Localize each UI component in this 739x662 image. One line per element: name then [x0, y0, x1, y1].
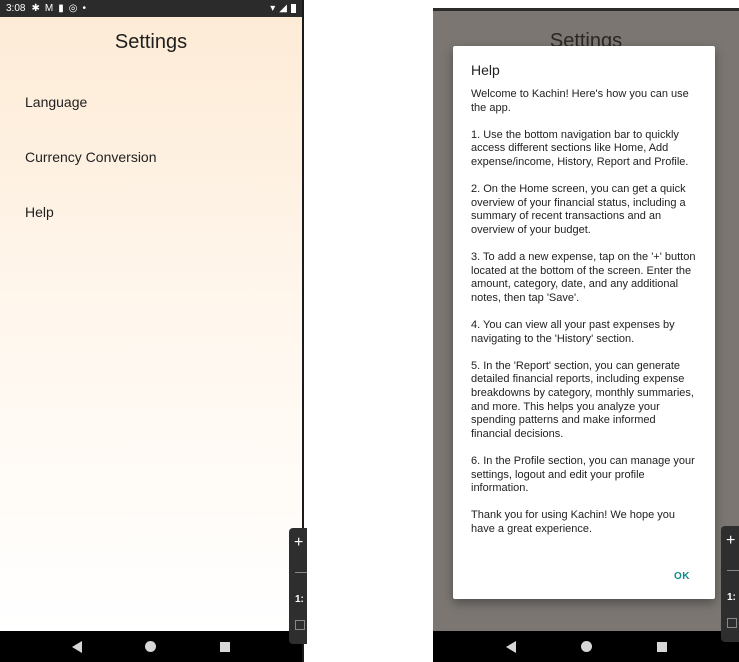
recents-icon[interactable]	[656, 641, 667, 652]
help-paragraph: 3. To add a new expense, tap on the '+' …	[471, 251, 696, 304]
help-paragraph: Thank you for using Kachin! We hope you …	[471, 509, 676, 535]
system-nav-bar	[433, 631, 739, 662]
notification-dot-icon: •	[82, 3, 86, 14]
help-dialog-screen: Settings Help Welcome to Kachin! Here's …	[433, 8, 739, 662]
settings-item-language[interactable]: Language	[25, 94, 87, 110]
emulator-floating-toolbar[interactable]: + 1:	[289, 528, 307, 644]
system-nav-bar	[0, 631, 302, 662]
settings-item-currency-conversion[interactable]: Currency Conversion	[25, 149, 157, 165]
settings-item-help[interactable]: Help	[25, 204, 54, 220]
settings-content: Settings Language Currency Conversion He…	[0, 17, 302, 631]
home-icon[interactable]	[145, 641, 157, 652]
gmail-icon: M	[44, 3, 54, 14]
back-icon[interactable]	[505, 640, 516, 653]
settings-gear-icon: ✱	[31, 3, 40, 14]
help-paragraph: 6. In the Profile section, you can manag…	[471, 455, 695, 495]
status-bar: 3:08 ✱ M ▮ ◎ • ▾ ◢	[0, 0, 302, 17]
signal-icon: ◢	[279, 3, 287, 14]
window-icon[interactable]	[295, 620, 305, 630]
dialog-title: Help	[471, 62, 500, 78]
dialog-body: Welcome to Kachin! Here's how you can us…	[471, 88, 699, 550]
recents-icon[interactable]	[220, 641, 231, 652]
back-icon[interactable]	[71, 640, 82, 653]
toolbar-number: 1:	[727, 592, 736, 603]
settings-screen: 3:08 ✱ M ▮ ◎ • ▾ ◢ Settings Language Cur…	[0, 0, 304, 662]
divider	[727, 570, 739, 571]
window-icon[interactable]	[727, 618, 737, 628]
ok-button[interactable]: OK	[674, 571, 690, 582]
help-dialog: Help Welcome to Kachin! Here's how you c…	[453, 46, 715, 599]
status-bar-dimmed	[433, 8, 739, 11]
sync-icon: ◎	[68, 3, 78, 14]
status-time: 3:08	[6, 3, 26, 14]
help-paragraph: Welcome to Kachin! Here's how you can us…	[471, 88, 689, 114]
home-icon[interactable]	[580, 641, 592, 652]
help-paragraph: 2. On the Home screen, you can get a qui…	[471, 183, 686, 236]
wifi-icon: ▾	[270, 3, 276, 14]
page-title: Settings	[114, 31, 188, 53]
toolbar-number: 1:	[295, 594, 304, 605]
plus-icon[interactable]: +	[726, 532, 735, 550]
help-paragraph: 1. Use the bottom navigation bar to quic…	[471, 128, 689, 168]
help-paragraph: 4. You can view all your past expenses b…	[471, 319, 675, 345]
battery-icon	[291, 4, 296, 13]
plus-icon[interactable]: +	[294, 534, 303, 552]
sd-card-icon: ▮	[58, 3, 64, 14]
divider	[295, 572, 307, 573]
emulator-floating-toolbar[interactable]: + 1:	[721, 526, 739, 642]
help-paragraph: 5. In the 'Report' section, you can gene…	[471, 359, 694, 440]
